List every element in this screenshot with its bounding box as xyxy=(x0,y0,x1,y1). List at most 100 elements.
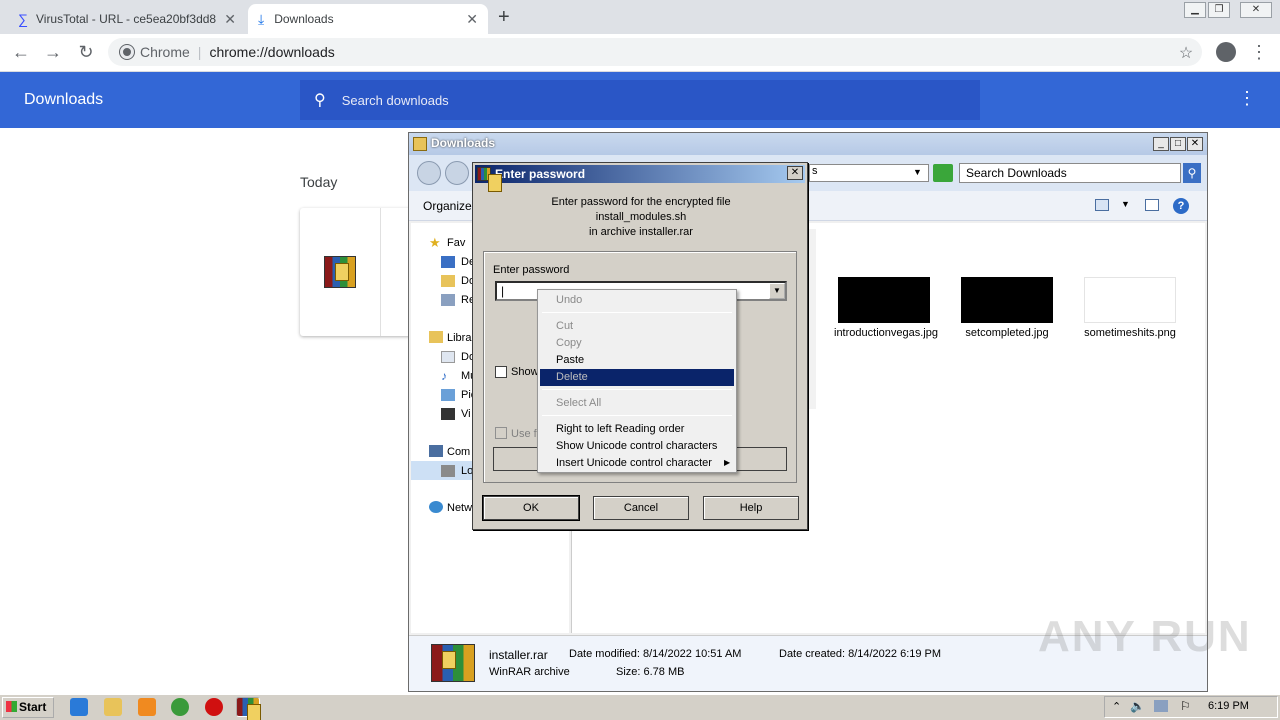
network-tray-icon[interactable] xyxy=(1154,700,1168,712)
menu-item-insert-unicode[interactable]: Insert Unicode control character xyxy=(540,455,734,472)
restore-button[interactable]: ❐ xyxy=(1208,2,1230,18)
winrar-icon xyxy=(477,167,502,192)
close-tab-icon[interactable]: ✕ xyxy=(224,11,236,28)
profile-avatar-icon[interactable] xyxy=(1216,42,1236,62)
download-icon: ⤓ xyxy=(258,10,265,27)
search-icon[interactable]: ⚲ xyxy=(1183,163,1201,183)
volume-icon[interactable]: 🔈 xyxy=(1130,699,1145,713)
start-button[interactable]: Start xyxy=(2,697,54,718)
menu-item-select-all[interactable]: Select All xyxy=(540,395,734,412)
selected-file-name: installer.rar xyxy=(489,648,548,662)
explorer-title: Downloads xyxy=(409,133,1207,155)
menu-separator xyxy=(542,389,732,390)
message-filename: install_modules.sh xyxy=(595,211,687,223)
minimize-button[interactable]: _ xyxy=(1153,137,1169,151)
windows-logo-icon xyxy=(6,701,17,712)
nav-item-computer[interactable]: Com xyxy=(447,446,470,458)
anyrun-watermark: ANY RUN xyxy=(1038,612,1252,661)
explorer-search-input[interactable]: Search Downloads xyxy=(959,163,1181,183)
view-dropdown-icon[interactable]: ▼ xyxy=(1121,199,1130,209)
date-modified: Date modified: 8/14/2022 10:51 AM xyxy=(569,648,742,660)
forward-icon[interactable]: → xyxy=(42,42,64,63)
nav-item-favorites[interactable]: Fav xyxy=(447,237,465,249)
pictures-icon xyxy=(441,389,455,401)
omnibox[interactable]: Chrome | chrome://downloads xyxy=(108,38,1202,66)
start-label: Start xyxy=(19,700,47,714)
music-icon: ♪ xyxy=(441,369,447,383)
minimize-button[interactable]: ▁ xyxy=(1184,2,1206,18)
reload-icon[interactable]: ↻ xyxy=(75,42,97,63)
clock[interactable]: 6:19 PM xyxy=(1208,700,1249,712)
file-name[interactable]: introductionvegas.jpg xyxy=(834,327,938,340)
recent-places-icon xyxy=(441,294,455,306)
file-name[interactable]: setcompleted.jpg xyxy=(957,327,1057,340)
help-icon[interactable]: ? xyxy=(1173,198,1189,214)
address-dropdown-icon[interactable]: ▼ xyxy=(913,167,922,177)
search-icon: ⚲ xyxy=(314,92,326,109)
cancel-button[interactable]: Cancel xyxy=(593,496,689,520)
use-for-all-checkbox xyxy=(495,427,507,439)
file-size: Size: 6.78 MB xyxy=(616,666,685,678)
tab-downloads[interactable]: ⤓ Downloads ✕ xyxy=(248,4,488,34)
network-icon xyxy=(429,501,443,513)
menu-item-cut[interactable]: Cut xyxy=(540,318,734,335)
nav-item-network[interactable]: Netw xyxy=(447,502,472,514)
folder-icon xyxy=(413,137,427,151)
menu-item-paste[interactable]: Paste xyxy=(540,352,734,369)
menu-item-copy[interactable]: Copy xyxy=(540,335,734,352)
desktop-icon xyxy=(441,256,455,268)
opera-icon[interactable] xyxy=(205,698,223,716)
tray-expand-icon[interactable]: ⌃ xyxy=(1112,700,1121,713)
omnibox-site: Chrome xyxy=(140,44,190,60)
ie-icon[interactable] xyxy=(70,698,88,716)
show-password-checkbox[interactable] xyxy=(495,366,507,378)
tab-virustotal[interactable]: ∑ VirusTotal - URL - ce5ea20bf3dd86a ✕ xyxy=(8,4,246,34)
close-window-button[interactable]: ✕ xyxy=(1240,2,1272,18)
more-actions-icon[interactable]: ⋮ xyxy=(1238,88,1256,109)
virustotal-icon: ∑ xyxy=(18,11,28,27)
explorer-icon[interactable] xyxy=(104,698,122,716)
videos-icon xyxy=(441,408,455,420)
menu-item-undo[interactable]: Undo xyxy=(540,292,734,309)
winrar-file-icon xyxy=(431,644,475,682)
new-tab-button[interactable]: + xyxy=(498,6,510,29)
organize-button[interactable]: Organize xyxy=(423,199,472,213)
forward-icon[interactable] xyxy=(445,161,469,185)
back-icon[interactable] xyxy=(417,161,441,185)
card-divider xyxy=(380,208,381,336)
password-dropdown-button[interactable]: ▼ xyxy=(769,283,785,299)
chrome-menu-icon[interactable]: ⋮ xyxy=(1248,42,1270,63)
downloads-search[interactable]: ⚲ Search downloads xyxy=(300,80,980,120)
close-tab-icon[interactable]: ✕ xyxy=(466,11,478,28)
submenu-arrow-icon: ▶ xyxy=(724,458,731,467)
address-bar[interactable]: s xyxy=(809,164,929,182)
menu-item-rtl[interactable]: Right to left Reading order xyxy=(540,421,734,438)
file-thumbnail[interactable] xyxy=(1084,277,1176,323)
dialog-close-button[interactable]: ✕ xyxy=(787,166,803,180)
nav-item-libraries[interactable]: Libra xyxy=(447,332,471,344)
file-thumbnail[interactable] xyxy=(961,277,1053,323)
bookmark-star-icon[interactable]: ☆ xyxy=(1175,43,1197,63)
menu-separator xyxy=(542,312,732,313)
help-button[interactable]: Help xyxy=(703,496,799,520)
menu-item-show-unicode[interactable]: Show Unicode control characters xyxy=(540,438,734,455)
close-button[interactable]: ✕ xyxy=(1187,137,1203,151)
page-title: Downloads xyxy=(24,91,104,108)
chrome-taskbar-icon[interactable] xyxy=(171,698,189,716)
refresh-icon[interactable] xyxy=(933,164,953,182)
file-name[interactable]: sometimeshits.png xyxy=(1080,327,1180,340)
file-thumbnail[interactable] xyxy=(838,277,930,323)
flag-icon[interactable]: ⚐ xyxy=(1180,699,1191,713)
nav-item-videos[interactable]: Vi xyxy=(461,408,471,420)
media-player-icon[interactable] xyxy=(138,698,156,716)
preview-pane-icon[interactable] xyxy=(1145,199,1159,211)
ok-button[interactable]: OK xyxy=(482,495,580,521)
back-icon[interactable]: ← xyxy=(10,42,32,63)
date-created: Date created: 8/14/2022 6:19 PM xyxy=(779,648,942,660)
date-heading: Today xyxy=(300,174,338,190)
tab-label: Downloads xyxy=(274,12,334,26)
menu-item-delete[interactable]: Delete xyxy=(540,369,734,386)
maximize-button[interactable]: □ xyxy=(1170,137,1186,151)
view-icon[interactable] xyxy=(1095,199,1109,211)
winrar-taskbar-icon[interactable] xyxy=(236,697,261,720)
